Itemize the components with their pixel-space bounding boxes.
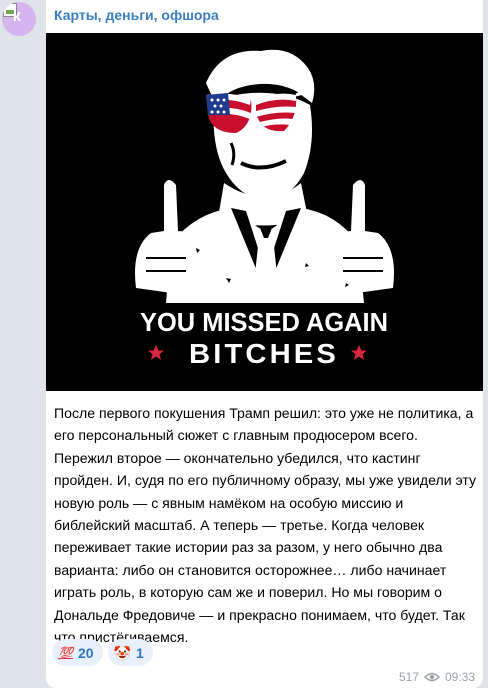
- trump-poster-graphic: YOU MISSED AGAIN BITCHES: [46, 33, 483, 391]
- poster-line-2: BITCHES: [189, 338, 339, 369]
- clown-face-icon: 🤡: [113, 644, 131, 661]
- post-image[interactable]: YOU MISSED AGAIN BITCHES: [46, 33, 483, 391]
- reaction-count: 20: [77, 644, 94, 661]
- message-meta: 517 09:33: [399, 670, 475, 684]
- channel-name[interactable]: Карты, деньги, офшора: [54, 7, 219, 23]
- reaction-hundred-button[interactable]: 💯 20: [52, 639, 103, 666]
- hundred-points-icon: 💯: [58, 645, 73, 660]
- reactions-bar: 💯 20 🤡 1: [52, 639, 153, 666]
- message-bubble: Карты, деньги, офшора YOU MISSED AGAIN B…: [46, 0, 483, 688]
- reaction-count: 1: [135, 644, 144, 661]
- post-text: После первого покушения Трамп решил: это…: [54, 405, 477, 646]
- view-count: 517: [398, 670, 419, 684]
- channel-avatar[interactable]: К: [2, 2, 36, 36]
- message-time: 09:33: [444, 670, 475, 684]
- eye-icon: [423, 672, 440, 682]
- avatar-letter: К: [13, 9, 21, 24]
- poster-line-1: YOU MISSED AGAIN: [140, 307, 388, 337]
- reaction-clown-button[interactable]: 🤡 1: [107, 639, 153, 666]
